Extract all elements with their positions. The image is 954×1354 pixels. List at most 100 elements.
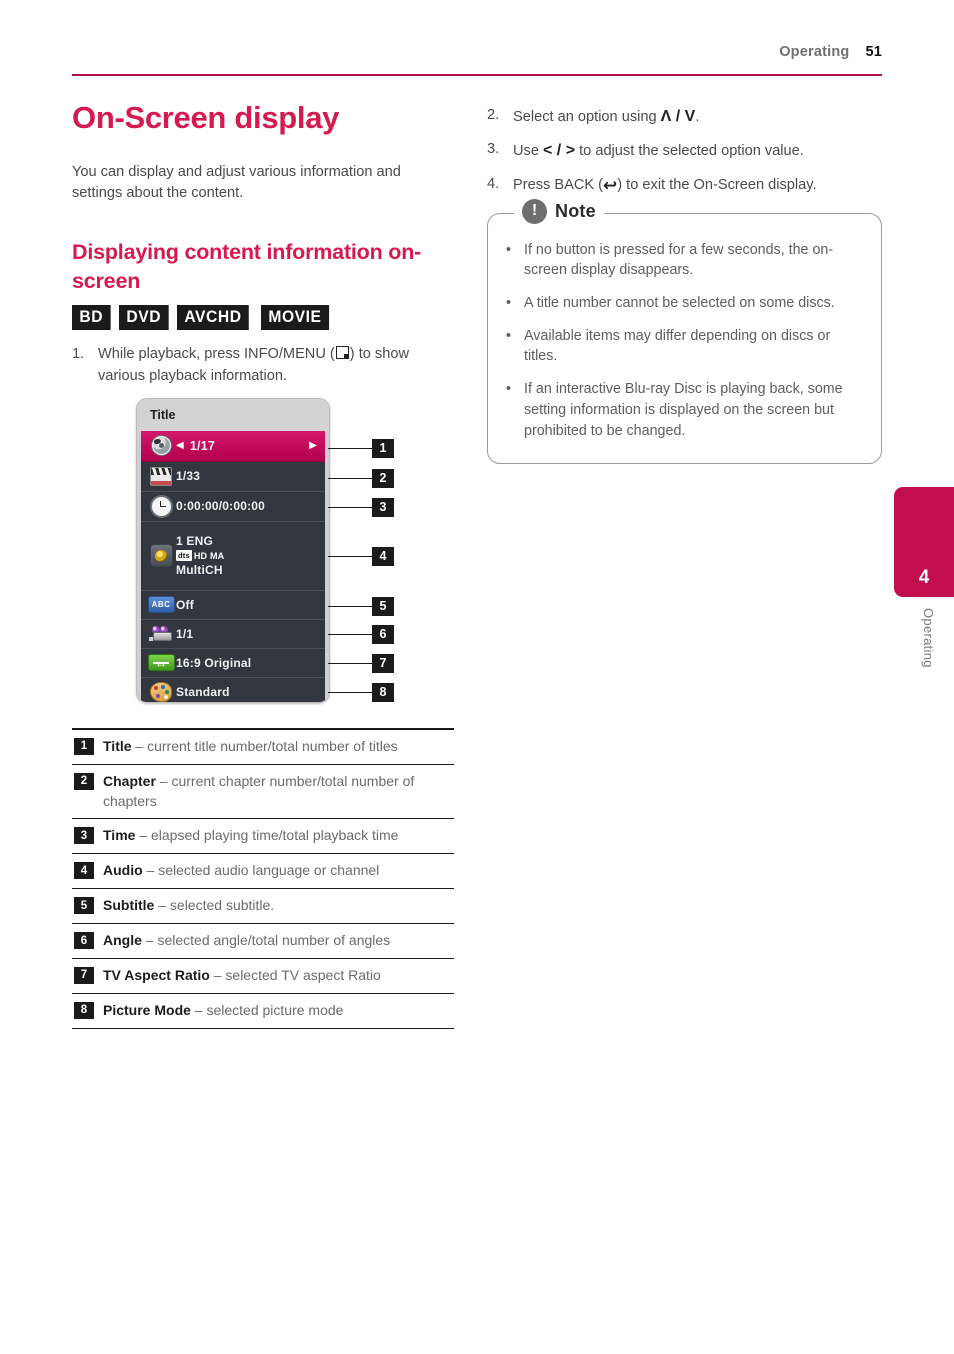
- table-row: 1 Title – current title number/total num…: [72, 730, 454, 765]
- definition-term: Audio: [103, 862, 143, 879]
- definition-desc: – selected angle/total number of angles: [141, 932, 391, 949]
- definition-number: 8: [74, 1001, 94, 1019]
- bullet-icon: •: [506, 327, 512, 344]
- definition-number: 5: [74, 897, 94, 915]
- definition-text: Angle – selected angle/total number of a…: [103, 931, 454, 951]
- leader-line: [328, 605, 372, 607]
- note-item-text: Available items may differ depending on …: [524, 327, 831, 365]
- definition-text: Picture Mode – selected picture mode: [103, 1001, 454, 1021]
- badge-bd: BD: [72, 305, 111, 331]
- step-4: 4. Press BACK (↩) to exit the On-Screen …: [487, 174, 882, 199]
- leader-line: [328, 447, 372, 449]
- media-format-badges: BD DVD AVCHD MOVIE: [72, 305, 454, 331]
- callout-7: 7: [372, 653, 394, 673]
- table-row: 2 Chapter – current chapter number/total…: [72, 765, 454, 820]
- header-rule: [72, 74, 882, 76]
- definition-number: 1: [74, 737, 94, 755]
- bullet-icon: •: [506, 241, 512, 258]
- callout-2: 2: [372, 468, 394, 488]
- list-item: • If no button is pressed for a few secon…: [506, 240, 863, 281]
- badge-movie: MOVIE: [260, 305, 329, 331]
- definition-term: TV Aspect Ratio: [103, 966, 210, 983]
- definition-text: Audio – selected audio language or chann…: [103, 861, 454, 881]
- bullet-icon: •: [506, 381, 512, 398]
- step-3-text-after: to adjust the selected option value.: [575, 143, 804, 160]
- definition-number: 6: [74, 932, 94, 950]
- definition-number: 7: [74, 966, 94, 984]
- callout-6: 6: [372, 624, 394, 644]
- table-row: 4 Audio – selected audio language or cha…: [72, 854, 454, 890]
- badge-avchd: AVCHD: [177, 305, 250, 331]
- definition-number: 4: [74, 862, 94, 880]
- leader-line: [328, 691, 372, 693]
- step-4-number: 4.: [487, 175, 500, 192]
- note-item-text: If an interactive Blu-ray Disc is playin…: [524, 381, 843, 439]
- table-row: 6 Angle – selected angle/total number of…: [72, 924, 454, 959]
- table-row: 8 Picture Mode – selected picture mode: [72, 994, 454, 1029]
- list-item: • Available items may differ depending on…: [506, 326, 863, 367]
- step-3-text: Use < / > to adjust the selected option …: [513, 139, 882, 162]
- page-title: On-Screen display: [72, 100, 340, 135]
- definition-desc: – elapsed playing time/total playback ti…: [135, 827, 399, 844]
- header-page-number: 51: [865, 44, 882, 60]
- step-1-text-before: While playback, press INFO/MENU (: [98, 346, 335, 363]
- section-subheading: Displaying content information on-screen: [72, 240, 422, 293]
- definitions-table: 1 Title – current title number/total num…: [72, 727, 454, 1029]
- osd-callouts: 1 2 3 4 5 6 7 8: [72, 398, 454, 702]
- step-2-number: 2.: [487, 107, 500, 123]
- note-header: ! Note: [514, 198, 604, 224]
- info-menu-icon: [335, 346, 349, 360]
- step-1-number: 1.: [72, 346, 85, 363]
- badge-dvd: DVD: [118, 305, 169, 331]
- callout-4: 4: [372, 546, 394, 566]
- step-2-text: Select an option using Λ / V.: [513, 105, 882, 128]
- back-arrow-icon: ↩: [603, 175, 618, 195]
- definition-desc: – selected picture mode: [190, 1001, 344, 1018]
- step-4-text-before: Press BACK (: [513, 176, 604, 193]
- callout-8: 8: [372, 682, 394, 702]
- step-4-text-after: ) to exit the On-Screen display.: [617, 176, 817, 193]
- definition-desc: – current title number/total number of t…: [131, 737, 398, 754]
- definition-text: Title – current title number/total numbe…: [103, 737, 454, 757]
- intro-paragraph: You can display and adjust various infor…: [72, 163, 401, 201]
- callout-1: 1: [372, 438, 394, 458]
- leader-line: [328, 555, 372, 557]
- step-3-text-before: Use: [513, 143, 544, 160]
- page-header: Operating 51: [72, 44, 882, 78]
- table-row: 5 Subtitle – selected subtitle.: [72, 889, 454, 925]
- header-section: Operating: [779, 44, 850, 60]
- leader-line: [328, 506, 372, 508]
- definition-term: Angle: [103, 932, 142, 949]
- definition-desc: – selected subtitle.: [154, 897, 275, 914]
- list-item: • A title number cannot be selected on so…: [506, 293, 863, 314]
- chapter-tab: 4: [894, 487, 954, 597]
- definition-text: TV Aspect Ratio – selected TV aspect Rat…: [103, 966, 454, 986]
- definition-number: 2: [74, 772, 94, 790]
- callout-5: 5: [372, 596, 394, 616]
- note-box: ! Note • If no button is pressed for a fe…: [487, 198, 882, 465]
- step-2: 2. Select an option using Λ / V.: [487, 105, 882, 128]
- definition-term: Title: [103, 737, 132, 754]
- step-3: 3. Use < / > to adjust the selected opti…: [487, 139, 882, 162]
- table-row: 3 Time – elapsed playing time/total play…: [72, 819, 454, 855]
- callout-3: 3: [372, 497, 394, 517]
- note-item-text: If no button is pressed for a few second…: [524, 241, 834, 279]
- definition-desc: – selected audio language or channel: [142, 862, 380, 879]
- definition-text: Chapter – current chapter number/total n…: [103, 772, 454, 812]
- definition-text: Subtitle – selected subtitle.: [103, 896, 454, 916]
- header-text: Operating 51: [779, 44, 882, 60]
- exclamation-icon: !: [522, 198, 547, 224]
- definition-desc: – selected TV aspect Ratio: [209, 966, 381, 983]
- manual-page: Operating 51 On-Screen display You can di…: [0, 0, 954, 1354]
- step-1: 1. While playback, press INFO/MENU () to…: [72, 344, 454, 387]
- bullet-icon: •: [506, 294, 512, 311]
- step-1-text: While playback, press INFO/MENU () to sh…: [98, 344, 454, 387]
- chapter-tab-label: Operating: [921, 608, 936, 668]
- definition-term: Time: [103, 827, 136, 844]
- leader-line: [328, 633, 372, 635]
- note-item-text: A title number cannot be selected on som…: [524, 294, 835, 311]
- left-column: On-Screen display You can display and ad…: [72, 100, 454, 1029]
- step-4-text: Press BACK (↩) to exit the On-Screen dis…: [513, 174, 882, 199]
- leader-line: [328, 477, 372, 479]
- step-2-text-before: Select an option using: [513, 109, 661, 125]
